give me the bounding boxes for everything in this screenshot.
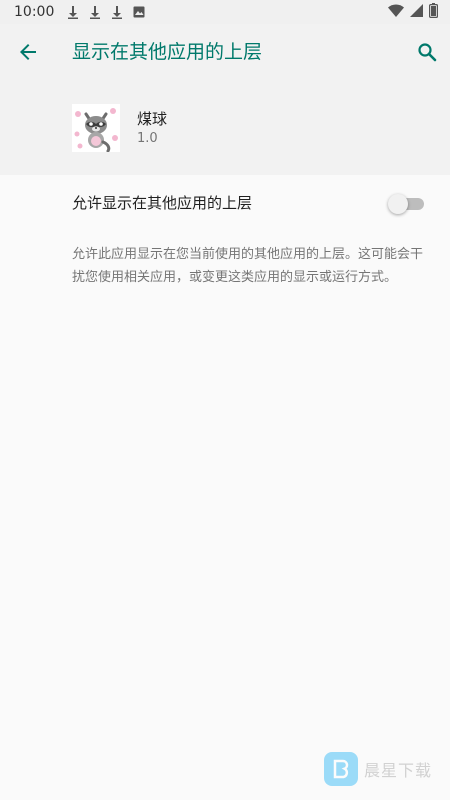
toolbar: 显示在其他应用的上层 <box>0 24 450 80</box>
status-bar: 10:00 <box>0 0 450 24</box>
permission-description: 允许此应用显示在您当前使用的其他应用的上层。这可能会干扰您使用相关应用，或变更这… <box>72 247 424 285</box>
permission-toggle-row[interactable]: 允许显示在其他应用的上层 <box>0 175 450 231</box>
search-icon <box>418 43 437 62</box>
app-name: 煤球 <box>137 110 168 128</box>
raccoon-app-icon <box>72 104 120 153</box>
watermark-logo-icon <box>324 752 358 786</box>
watermark-text: 晨星下载 <box>364 761 433 780</box>
switch-thumb <box>388 194 408 214</box>
permission-switch[interactable] <box>388 194 424 214</box>
permission-label: 允许显示在其他应用的上层 <box>72 194 253 212</box>
system-icons <box>388 2 439 22</box>
notification-icons <box>66 5 146 19</box>
wifi-icon <box>388 4 404 21</box>
search-button[interactable] <box>413 38 441 66</box>
download-icon <box>110 5 124 19</box>
screen: 10:00 显示在其他应用的上层 煤球 1.0 允许显示在其他应用的上层 允许此… <box>0 0 450 800</box>
page-title: 显示在其他应用的上层 <box>72 41 263 63</box>
back-button[interactable] <box>14 38 42 66</box>
download-icon <box>66 5 80 19</box>
status-time: 10:00 <box>14 4 55 20</box>
signal-icon <box>410 3 423 21</box>
download-icon <box>88 5 102 19</box>
app-version: 1.0 <box>137 131 158 146</box>
battery-icon <box>429 2 439 22</box>
arrow-back-icon <box>20 44 36 60</box>
watermark: 晨星下载 <box>324 752 432 786</box>
image-icon <box>132 5 146 19</box>
app-header-area: 显示在其他应用的上层 煤球 1.0 <box>0 24 450 175</box>
